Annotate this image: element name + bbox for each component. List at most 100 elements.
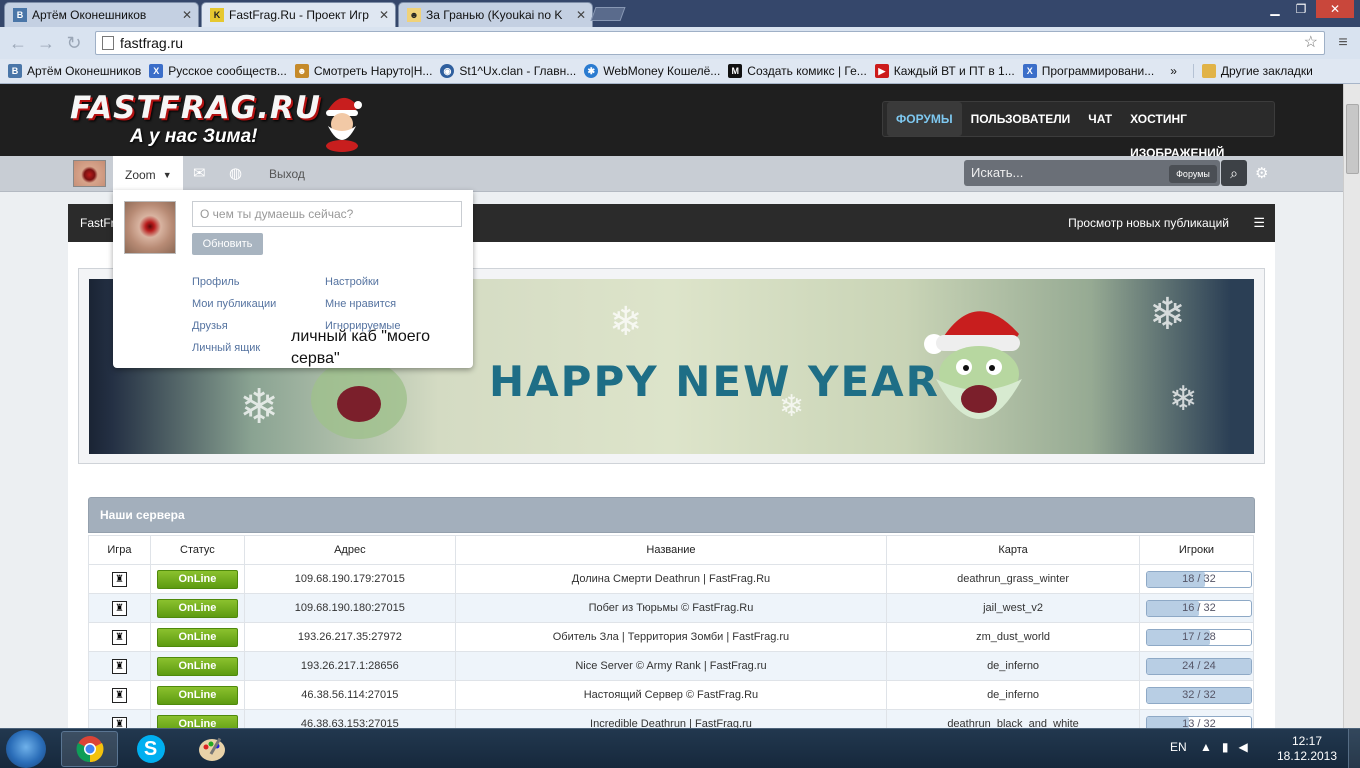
settings-link[interactable]: Настройки (325, 276, 379, 288)
server-map: deathrun_black_and_white (886, 709, 1140, 728)
tab-title: За Гранью (Kyoukai no K (426, 8, 563, 22)
server-map: zm_dust_world (886, 622, 1140, 652)
show-desktop-button[interactable] (1348, 729, 1360, 768)
bookmark-item[interactable]: ✱ WebMoney Кошелё... (584, 64, 720, 78)
nav-image-hosting[interactable]: ХОСТИНГ ИЗОБРАЖЕНИЙ (1121, 102, 1274, 160)
site-slogan: А у нас Зима! (130, 126, 258, 147)
my-posts-link[interactable]: Мои публикации (192, 298, 276, 310)
tab-anime[interactable]: ☻ За Гранью (Kyoukai no K ✕ (398, 2, 593, 27)
network-icon[interactable]: ▮ (1222, 740, 1239, 754)
bookmarks-overflow-button[interactable]: » (1170, 64, 1177, 78)
update-status-button[interactable]: Обновить (192, 233, 263, 255)
list-icon[interactable]: ☰ (1253, 215, 1265, 231)
chrome-icon[interactable] (61, 731, 118, 767)
server-map: de_inferno (886, 680, 1140, 710)
search-scope-select[interactable]: Форумы (1169, 165, 1217, 183)
bookmark-item[interactable]: ☻ Смотреть Наруто|Н... (294, 64, 432, 78)
mail-icon[interactable]: ✉ (193, 164, 206, 182)
profile-link[interactable]: Профиль (192, 276, 240, 288)
close-icon[interactable]: ✕ (379, 8, 389, 22)
minimize-icon[interactable]: ▁ (1264, 0, 1286, 18)
avatar-large[interactable] (124, 201, 176, 254)
scrollbar[interactable] (1343, 84, 1360, 728)
maximize-icon[interactable]: ❐ (1290, 0, 1312, 18)
table-row: ♜ OnLine 193.26.217.1:28656 Nice Server … (88, 651, 1255, 681)
inbox-link[interactable]: Личный ящик (192, 342, 260, 354)
server-address[interactable]: 46.38.56.114:27015 (243, 680, 456, 710)
back-icon[interactable]: ← (8, 33, 28, 53)
status-badge: OnLine (156, 569, 238, 589)
table-row: ♜ OnLine 109.68.190.180:27015 Побег из Т… (88, 593, 1255, 623)
table-row: ♜ OnLine 193.26.217.35:27972 Обитель Зла… (88, 622, 1255, 652)
nav-users[interactable]: ПОЛЬЗОВАТЕЛИ (962, 102, 1080, 136)
tray-arrow-icon[interactable]: ▲ (1200, 740, 1222, 754)
close-window-icon[interactable]: ✕ (1316, 0, 1354, 18)
clock[interactable]: 12:17 18.12.2013 (1275, 734, 1339, 764)
annotation-text: личный каб "моего серва" (291, 328, 431, 367)
paint-icon[interactable] (183, 731, 240, 767)
table-header-row: Игра Статус Адрес Название Карта Игроки (88, 535, 1255, 565)
url-input[interactable]: fastfrag.ru ☆ (95, 31, 1325, 55)
vk-icon: В (8, 64, 22, 78)
server-address[interactable]: 109.68.190.179:27015 (243, 564, 456, 594)
menu-icon[interactable]: ≡ (1333, 33, 1353, 53)
forward-icon[interactable]: → (36, 33, 56, 53)
language-indicator[interactable]: EN (1170, 740, 1187, 754)
server-name: Incredible Deathrun | FastFrag.ru (454, 709, 888, 728)
nav-chat[interactable]: ЧАТ (1079, 102, 1121, 136)
globe-icon[interactable]: ◍ (229, 164, 242, 182)
server-map: deathrun_grass_winter (886, 564, 1140, 594)
snowflake-icon: ❄ (1149, 290, 1186, 339)
view-new-posts-link[interactable]: Просмотр новых публикаций (1068, 216, 1229, 230)
banner-text: HAPPY NEW YEAR (489, 357, 940, 406)
volume-icon[interactable]: ◀ (1239, 740, 1258, 754)
x-icon: X (149, 64, 164, 78)
x-icon: X (1022, 64, 1037, 78)
gear-icon[interactable]: ⚙ (1255, 164, 1268, 182)
players-bar: 24 / 24 (1145, 657, 1252, 675)
server-address[interactable]: 46.38.63.153:27015 (243, 709, 456, 728)
nav-forums[interactable]: ФОРУМЫ (887, 102, 962, 136)
server-map: jail_west_v2 (886, 593, 1140, 623)
server-address[interactable]: 193.26.217.1:28656 (243, 651, 456, 681)
breadcrumb-home[interactable]: FastFr (80, 216, 115, 230)
status-input[interactable]: О чем ты думаешь сейчас? (192, 201, 462, 227)
tab-vk[interactable]: В Артём Оконешников ✕ (4, 2, 199, 27)
status-badge: OnLine (156, 627, 238, 647)
friends-link[interactable]: Друзья (192, 320, 228, 332)
url-text: fastfrag.ru (120, 35, 184, 51)
bookmark-item[interactable]: В Артём Оконешников (8, 64, 141, 78)
webmoney-icon: ✱ (584, 64, 599, 78)
reload-icon[interactable]: ↻ (64, 33, 84, 53)
servers-table: Игра Статус Адрес Название Карта Игроки … (88, 535, 1255, 728)
scrollbar-thumb[interactable] (1346, 104, 1359, 174)
bookmark-item[interactable]: M Создать комикс | Ге... (728, 64, 867, 78)
new-tab-button[interactable] (590, 7, 626, 21)
star-icon[interactable]: ☆ (1304, 32, 1318, 54)
server-address[interactable]: 109.68.190.180:27015 (243, 593, 456, 623)
search-icon[interactable]: ⌕ (1221, 160, 1247, 186)
skype-icon[interactable]: S (122, 731, 179, 767)
site-logo[interactable]: FASTFRAG.RU (70, 90, 321, 126)
close-icon[interactable]: ✕ (576, 8, 586, 22)
logout-link[interactable]: Выход (269, 167, 305, 181)
bookmark-item[interactable]: ◉ St1^Ux.clan - Главн... (440, 64, 576, 78)
start-button[interactable] (6, 730, 46, 768)
tab-title: Артём Оконешников (32, 8, 147, 22)
bookmark-item[interactable]: X Русское сообществ... (149, 64, 287, 78)
other-bookmarks-button[interactable]: Другие закладки (1192, 64, 1313, 78)
user-menu-toggle[interactable]: Zoom ▼ (113, 156, 183, 193)
likes-link[interactable]: Мне нравится (325, 298, 396, 310)
bookmark-item[interactable]: X Программировани... (1022, 64, 1154, 78)
tab-fastfrag[interactable]: K FastFrag.Ru - Проект Игр ✕ (201, 2, 396, 27)
server-address[interactable]: 193.26.217.35:27972 (243, 622, 456, 652)
server-name: Долина Смерти Deathrun | FastFrag.Ru (454, 564, 888, 594)
cs-game-icon: ♜ (111, 600, 127, 616)
folder-icon (1201, 64, 1216, 78)
players-bar: 32 / 32 (1145, 686, 1252, 704)
cs-game-icon: ♜ (111, 629, 127, 645)
avatar[interactable] (73, 160, 106, 187)
anime-icon: ☻ (407, 8, 421, 22)
close-icon[interactable]: ✕ (182, 8, 192, 22)
bookmark-item[interactable]: ▶ Каждый ВТ и ПТ в 1... (874, 64, 1015, 78)
